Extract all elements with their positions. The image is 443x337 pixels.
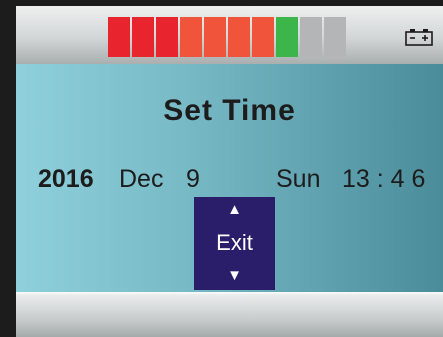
status-bar [16,6,443,65]
battery-segment [276,17,298,57]
time-field[interactable]: 13 : 4 6 [342,165,425,194]
battery-segment [324,17,346,57]
bottom-bar [16,292,443,337]
battery-segment [300,17,322,57]
day-field[interactable]: 9 [186,165,200,194]
page-title: Set Time [163,94,296,127]
up-arrow-icon[interactable]: ▲ [194,202,275,218]
down-arrow-icon[interactable]: ▼ [194,268,275,284]
exit-button-label: Exit [216,230,253,255]
exit-button[interactable]: ▲ Exit ▼ [194,197,275,290]
battery-segment [228,17,250,57]
battery-segment [108,17,130,57]
battery-segment [180,17,202,57]
month-field[interactable]: Dec [119,165,163,194]
battery-segment [132,17,154,57]
battery-segment [204,17,226,57]
weekday-field[interactable]: Sun [276,165,320,194]
battery-segment [156,17,178,57]
battery-segment [252,17,274,57]
year-field[interactable]: 2016 [38,165,94,194]
battery-icon [405,29,433,46]
